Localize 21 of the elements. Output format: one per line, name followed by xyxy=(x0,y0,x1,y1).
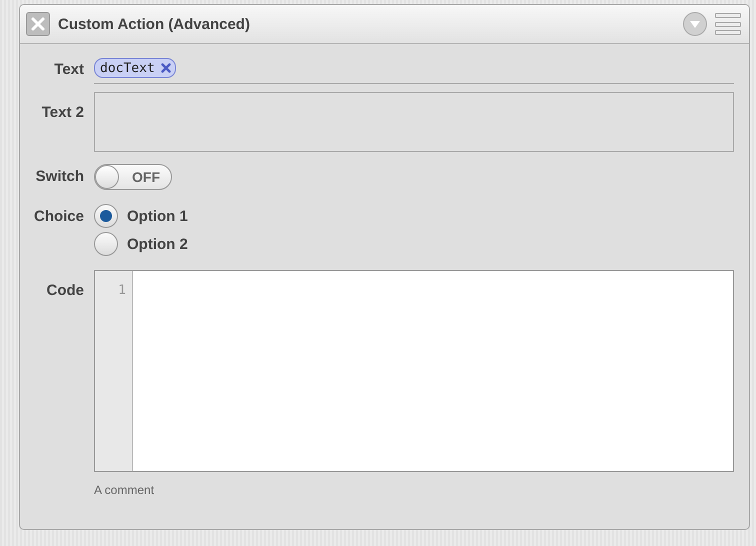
comment-text: A comment xyxy=(94,483,156,497)
dropdown-button[interactable] xyxy=(683,12,707,36)
variable-token[interactable]: docText xyxy=(94,58,176,78)
menu-button[interactable] xyxy=(715,13,741,35)
field-label: Text xyxy=(53,60,84,78)
radio-button[interactable] xyxy=(94,232,118,256)
caret-icon[interactable] xyxy=(690,20,700,28)
field-label: Choice xyxy=(32,207,84,225)
remove-button[interactable] xyxy=(160,63,171,73)
radio-option[interactable]: Option 2 xyxy=(94,232,188,256)
field-label: Text 2 xyxy=(40,103,84,121)
line-number: 1 xyxy=(118,283,126,298)
text-field[interactable] xyxy=(94,92,734,152)
close-button[interactable] xyxy=(26,12,50,36)
field-label: Code xyxy=(46,281,84,299)
window-title: Custom Action (Advanced) xyxy=(58,16,251,32)
toggle-switch[interactable]: OFF xyxy=(94,164,172,190)
radio-option[interactable]: Option 1 xyxy=(94,204,188,228)
close-icon[interactable] xyxy=(30,16,46,32)
field-label: Switch xyxy=(34,167,84,185)
radio-button[interactable] xyxy=(94,204,118,228)
